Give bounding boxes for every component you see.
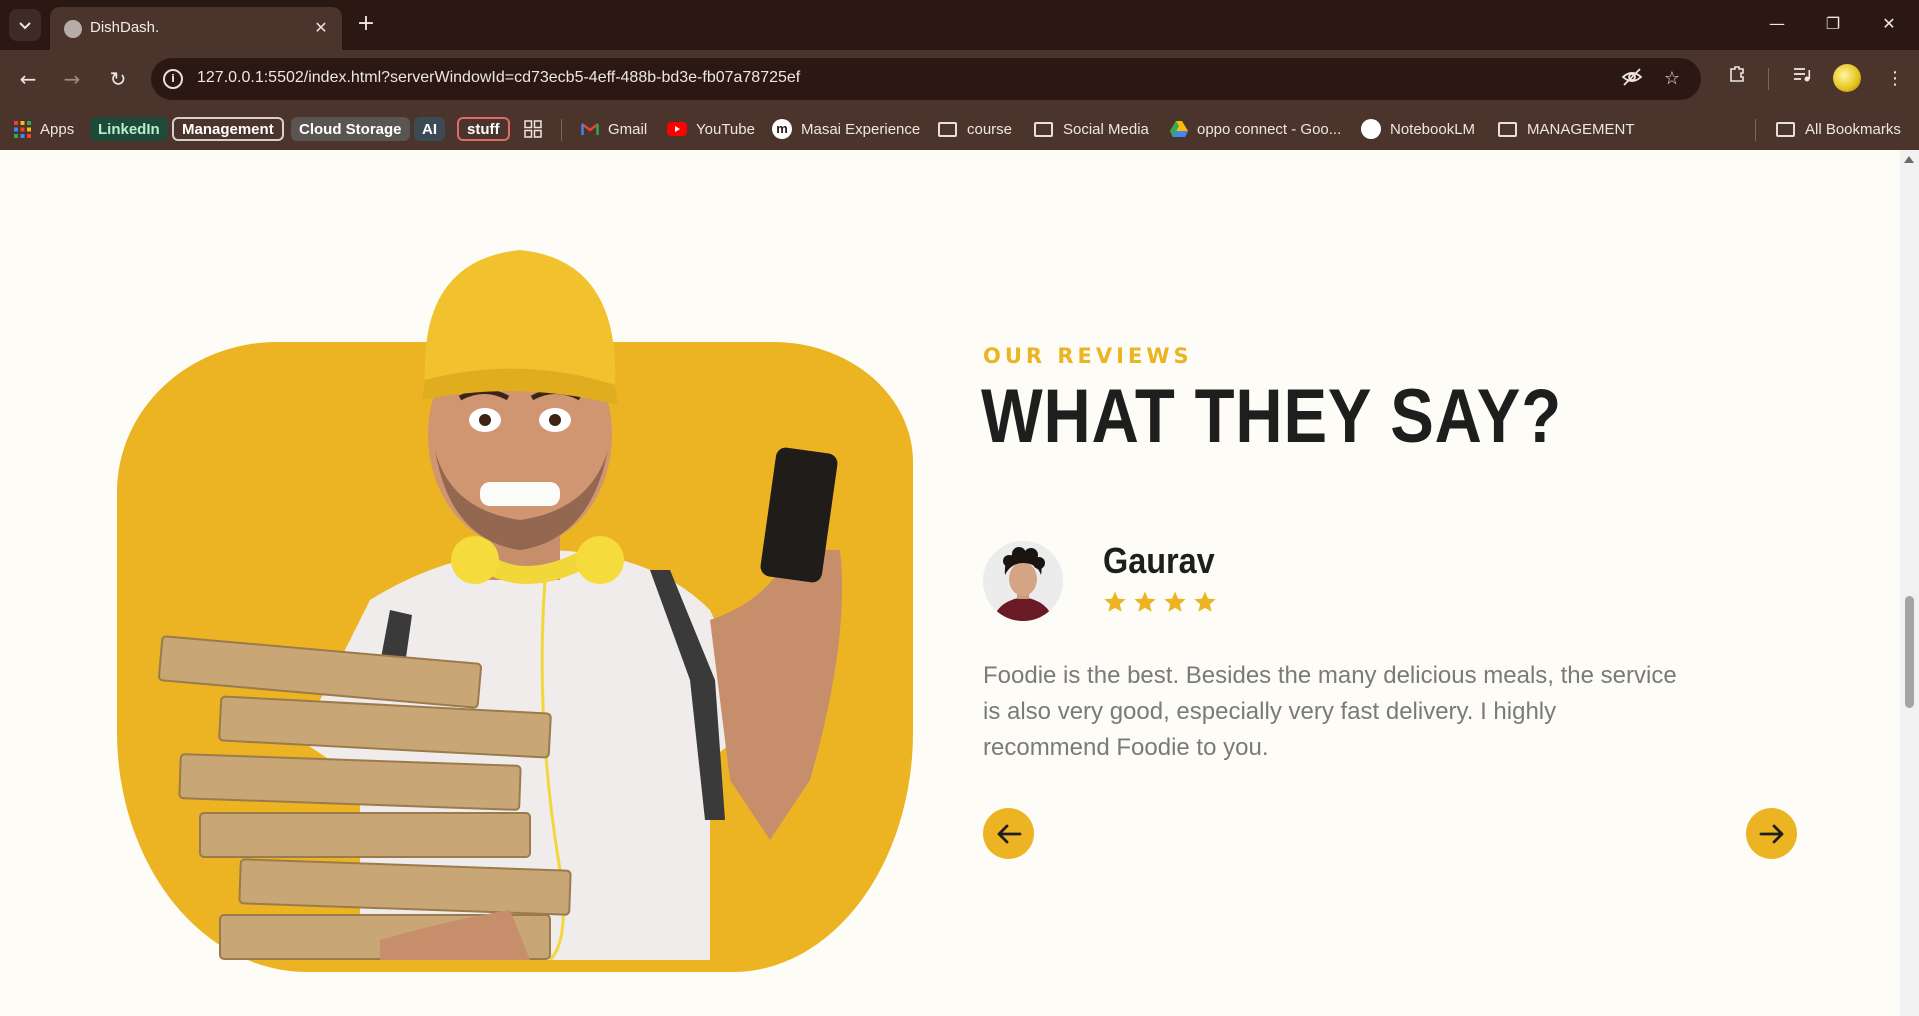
bookmark-youtube[interactable]: YouTube — [667, 117, 755, 141]
browser-tab-active[interactable]: DishDash. ✕ — [50, 7, 342, 50]
chevron-down-icon — [19, 22, 31, 30]
page-scrollbar[interactable] — [1900, 150, 1919, 1016]
bookmark-label: Apps — [40, 120, 75, 138]
profile-avatar[interactable] — [1833, 64, 1861, 92]
arrow-left-icon — [997, 824, 1021, 843]
eye-off-icon[interactable] — [1619, 66, 1645, 92]
url-text[interactable]: 127.0.0.1:5502/index.html?serverWindowId… — [197, 69, 800, 87]
reviewer-avatar — [983, 541, 1063, 621]
folder-icon — [938, 121, 957, 137]
all-bookmarks-button[interactable]: All Bookmarks — [1776, 117, 1901, 141]
bookmark-star-icon[interactable]: ☆ — [1659, 66, 1685, 92]
reviews-section: OUR REVIEWS WHAT THEY SAY? Gaurav Foodie… — [0, 150, 1900, 1016]
bookmark-ai[interactable]: AI — [414, 117, 445, 141]
bookmark-apps[interactable]: Apps — [14, 117, 74, 141]
section-eyebrow: OUR REVIEWS — [983, 344, 1193, 368]
folder-icon — [1776, 121, 1795, 137]
bookmark-label: YouTube — [696, 120, 755, 138]
folder-icon — [1034, 121, 1053, 137]
new-tab-button[interactable]: + — [352, 10, 380, 38]
site-info-icon[interactable]: i — [163, 69, 183, 89]
bookmark-cloud-storage[interactable]: Cloud Storage — [291, 117, 410, 141]
review-text: Foodie is the best. Besides the many del… — [983, 662, 1677, 761]
bookmark-linkedin[interactable]: LinkedIn — [90, 117, 168, 141]
bookmark-label: NotebookLM — [1390, 120, 1476, 138]
delivery-person-image — [158, 250, 842, 960]
scrollbar-thumb[interactable] — [1905, 596, 1914, 708]
bookmark-label: Social Media — [1063, 120, 1149, 138]
google-drive-icon — [1170, 121, 1188, 137]
bookmark-masai[interactable]: m Masai Experience — [772, 117, 920, 141]
all-bookmarks-label: All Bookmarks — [1805, 120, 1901, 138]
bookmark-label: oppo connect - Goo... — [1197, 120, 1342, 138]
bookmarks-divider — [1755, 119, 1756, 141]
masai-icon: m — [772, 119, 792, 139]
bookmark-oppo-connect[interactable]: oppo connect - Goo... — [1170, 117, 1341, 141]
minimize-button[interactable]: — — [1762, 10, 1792, 38]
bookmark-folder-management[interactable]: MANAGEMENT — [1498, 117, 1635, 141]
gmail-icon — [581, 123, 599, 135]
arrow-right-icon — [1759, 824, 1783, 843]
bookmarks-bar: Apps LinkedIn Management Cloud Storage A… — [0, 108, 1919, 150]
apps-grid-icon — [14, 120, 31, 138]
tab-title: DishDash. — [90, 19, 160, 36]
forward-button[interactable]: → — [57, 64, 87, 94]
star-icon — [1134, 591, 1156, 612]
previous-review-button[interactable] — [983, 808, 1034, 859]
back-button[interactable]: ← — [13, 64, 43, 94]
address-bar[interactable]: i 127.0.0.1:5502/index.html?serverWindow… — [151, 58, 1701, 100]
globe-icon — [64, 20, 82, 38]
bookmark-notebooklm[interactable]: NotebookLM — [1361, 117, 1475, 141]
bookmarks-divider — [561, 119, 562, 141]
star-icon — [1164, 591, 1186, 612]
bookmark-label: MANAGEMENT — [1527, 120, 1635, 138]
star-icon — [1104, 591, 1126, 612]
extensions-icon[interactable] — [1722, 64, 1752, 94]
bookmark-management-chip[interactable]: Management — [172, 117, 284, 141]
section-headline: WHAT THEY SAY? — [981, 374, 1562, 459]
close-window-button[interactable]: ✕ — [1874, 10, 1904, 38]
media-control-icon[interactable] — [1787, 64, 1817, 94]
toolbar-divider — [1768, 68, 1769, 90]
browser-toolbar: ← → ↻ i 127.0.0.1:5502/index.html?server… — [0, 50, 1919, 108]
bookmark-folder-course[interactable]: course — [938, 117, 1012, 141]
restore-button[interactable]: ❐ — [1818, 10, 1848, 38]
reviewer-name: Gaurav — [1103, 540, 1215, 581]
close-tab-icon[interactable]: ✕ — [310, 17, 332, 39]
bookmark-gmail[interactable]: Gmail — [581, 117, 647, 141]
star-icon — [1194, 591, 1216, 612]
bookmark-stuff[interactable]: stuff — [457, 117, 510, 141]
bookmark-label: Gmail — [608, 120, 648, 138]
tab-groups-icon[interactable] — [524, 117, 542, 141]
bookmark-label: course — [967, 120, 1013, 138]
notebooklm-icon — [1361, 119, 1381, 139]
bookmark-folder-social-media[interactable]: Social Media — [1034, 117, 1149, 141]
bookmark-label: Masai Experience — [801, 120, 921, 138]
rating-stars — [1103, 590, 1217, 614]
browser-tab-bar: DishDash. ✕ + — ❐ ✕ — [0, 0, 1919, 50]
next-review-button[interactable] — [1746, 808, 1797, 859]
reload-button[interactable]: ↻ — [103, 64, 133, 94]
folder-icon — [1498, 121, 1517, 137]
tab-search-button[interactable] — [9, 9, 41, 41]
youtube-icon — [667, 122, 687, 136]
more-menu-icon[interactable]: ⋮ — [1880, 64, 1910, 94]
scroll-up-arrow-icon[interactable] — [1904, 156, 1914, 163]
